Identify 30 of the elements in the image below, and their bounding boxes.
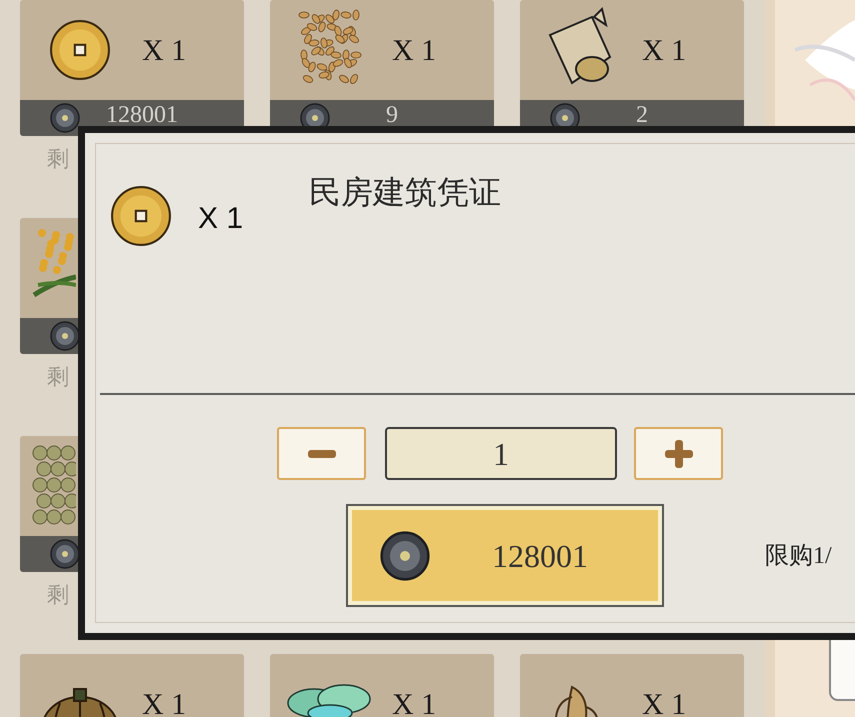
coin-icon [380,530,430,580]
item-quantity: X 1 [642,686,686,717]
remaining-label: 剩 [46,145,69,173]
item-quantity: X 1 [392,686,436,717]
item-price: 2 [635,103,649,127]
minus-icon [308,450,336,458]
dialog-title: 民房建筑凭证 [309,173,502,212]
item-quantity: X 1 [198,201,244,237]
buy-button[interactable]: 128001 [348,506,662,605]
coin-icon [110,185,172,247]
item-price: 128001 [105,103,179,127]
item-tile[interactable]: X 1 [270,654,494,717]
item-quantity: X 1 [142,32,186,68]
remaining-label: 剩 [46,363,69,391]
quantity-field[interactable]: 1 [385,427,617,480]
item-quantity: X 1 [392,32,436,68]
remaining-label: 剩 [46,581,69,609]
item-tile[interactable]: X 1 [270,0,494,100]
item-quantity: X 1 [142,686,186,717]
decrease-button[interactable] [277,427,366,480]
item-price: 9 [385,103,399,127]
item-tile[interactable]: X 1 [520,654,744,717]
plus-icon [664,440,692,468]
purchase-limit: 限购1/ [765,542,832,570]
item-tile[interactable]: X 1 [20,654,244,717]
item-quantity: X 1 [642,32,686,68]
item-tile[interactable]: X 1 [520,0,744,100]
item-tile[interactable]: X 1 [20,0,244,100]
coin-icon [49,19,111,81]
increase-button[interactable] [634,427,723,480]
